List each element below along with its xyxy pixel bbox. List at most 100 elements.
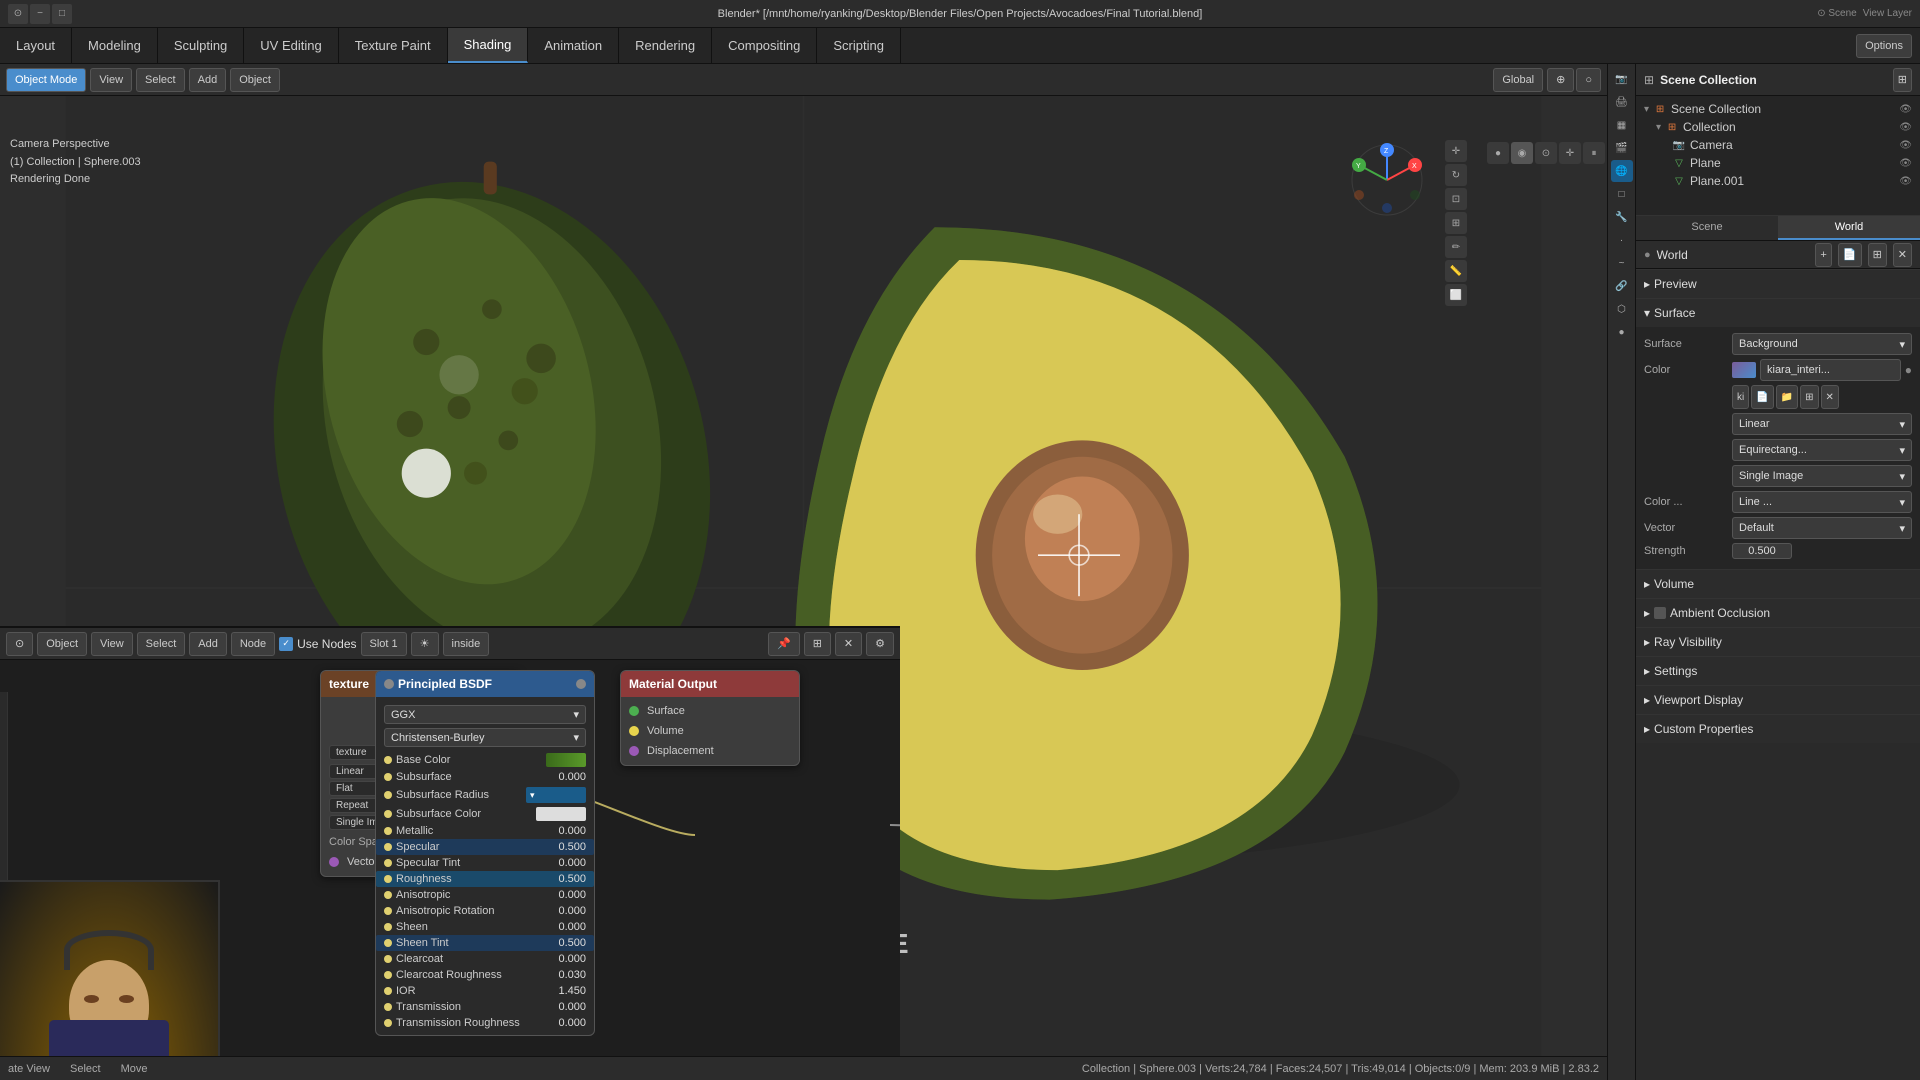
scene-tab[interactable]: Scene [1636,216,1778,240]
tab-modeling[interactable]: Modeling [72,28,158,63]
node-pin[interactable]: 📌 [768,632,800,656]
roughness-socket[interactable] [384,875,392,883]
linear-dropdown[interactable]: Linear ▾ [1732,413,1912,435]
trans-rough-socket[interactable] [384,1019,392,1027]
subsurface-color-swatch[interactable] [536,807,586,821]
object-mode-dropdown[interactable]: Object Mode [6,68,86,92]
surface-header[interactable]: ▾ Surface [1636,299,1920,327]
displacement-socket-in[interactable] [629,746,639,756]
ray-vis-header[interactable]: ▸ Ray Visibility [1636,628,1920,656]
equirect-dropdown[interactable]: Equirectang... ▾ [1732,439,1912,461]
nav-gizmo[interactable]: Z X Y [1347,140,1427,223]
subsurface-radius-bar[interactable]: ▾ [526,787,586,803]
object-menu[interactable]: Object [230,68,280,92]
node-close[interactable]: ✕ [835,632,862,656]
bsdf-socket-in[interactable] [384,679,394,689]
cam-eye-icon[interactable]: 👁 [1899,140,1912,151]
viewport-pause[interactable]: ⏸ [1583,142,1605,164]
metallic-socket[interactable] [384,827,392,835]
view-menu[interactable]: View [90,68,132,92]
tab-rendering[interactable]: Rendering [619,28,712,63]
modifier-icon[interactable]: 🔧 [1611,206,1633,228]
node-add-menu[interactable]: Add [189,632,227,656]
physics-icon[interactable]: ~ [1611,252,1633,274]
base-color-swatch[interactable] [546,753,586,767]
measure-tool[interactable]: 📏 [1445,260,1467,282]
clearcoat-socket[interactable] [384,955,392,963]
maximize-btn[interactable]: □ [52,4,72,24]
preview-header[interactable]: ▸ Preview [1636,270,1920,298]
snap-icon[interactable]: ⊕ [1547,68,1574,92]
tab-animation[interactable]: Animation [528,28,619,63]
subsurface-method-dropdown[interactable]: Christensen-Burley ▾ [384,728,586,747]
color-value-field[interactable]: kiara_interi... [1760,359,1901,381]
world-copy-btn[interactable]: ⊞ [1868,243,1887,267]
select-menu[interactable]: Select [136,68,185,92]
node-settings[interactable]: ⚙ [866,632,894,656]
volume-header[interactable]: ▸ Volume [1636,570,1920,598]
distribution-dropdown[interactable]: GGX ▾ [384,705,586,724]
tab-compositing[interactable]: Compositing [712,28,817,63]
sun-icon[interactable]: ☀ [411,632,439,656]
view-layer-icon[interactable]: ▦ [1611,114,1633,136]
object-data2-icon[interactable]: ⬡ [1611,298,1633,320]
add-cube-tool[interactable]: ⬜ [1445,284,1467,306]
output-icon[interactable]: 🖨 [1611,91,1633,113]
use-nodes-checkbox[interactable]: ✓ [279,637,293,651]
viewport-bg[interactable]: Camera Perspective (1) Collection | Sphe… [0,96,1607,1080]
subsurface-color-socket[interactable] [384,810,392,818]
transform-tool[interactable]: ⊞ [1445,212,1467,234]
color-swatch[interactable] [1732,362,1756,378]
node-select-menu[interactable]: Select [137,632,186,656]
viewport-shading-rendered[interactable]: ◉ [1511,142,1533,164]
plane001-item[interactable]: ▽ Plane.001 👁 [1640,172,1916,190]
node-copy[interactable]: ⊞ [804,632,831,656]
scale-tool[interactable]: ⊡ [1445,188,1467,210]
camera-item[interactable]: 📷 Camera 👁 [1640,136,1916,154]
minimize-btn[interactable]: − [30,4,50,24]
ki-icon-3[interactable]: 📁 [1776,385,1798,409]
ki-icon-4[interactable]: ⊞ [1800,385,1818,409]
sheen-socket[interactable] [384,923,392,931]
ki-icon-5[interactable]: ✕ [1821,385,1839,409]
strength-field[interactable]: 0.500 [1732,543,1792,559]
base-color-socket[interactable] [384,756,392,764]
ior-socket[interactable] [384,987,392,995]
annotate-tool[interactable]: ✏ [1445,236,1467,258]
material-icon[interactable]: ● [1611,321,1633,343]
add-menu[interactable]: Add [189,68,227,92]
anisotropic-socket[interactable] [384,891,392,899]
render-icon[interactable]: 📷 [1611,68,1633,90]
transmission-socket[interactable] [384,1003,392,1011]
bsdf-socket-out[interactable] [576,679,586,689]
viewport-overlays[interactable]: ⊙ [1535,142,1557,164]
plane-eye-icon[interactable]: 👁 [1899,158,1912,169]
sheen-tint-socket[interactable] [384,939,392,947]
world-icon[interactable]: 🌐 [1611,160,1633,182]
options-btn[interactable]: Options [1856,34,1912,58]
surface-socket-in[interactable] [629,706,639,716]
ao-checkbox[interactable] [1654,607,1666,619]
rotate-tool[interactable]: ↻ [1445,164,1467,186]
scene-eye-icon[interactable]: 👁 [1899,104,1912,115]
node-editor-mode-icon[interactable]: ⊙ [6,632,33,656]
node-object-label[interactable]: Object [37,632,87,656]
specular-tint-socket[interactable] [384,859,392,867]
subsurface-socket[interactable] [384,773,392,781]
specular-socket[interactable] [384,843,392,851]
viewport-gizmos[interactable]: ✛ [1559,142,1581,164]
viewport-display-header[interactable]: ▸ Viewport Display [1636,686,1920,714]
world-browse-btn[interactable]: 📄 [1838,243,1862,267]
aniso-rot-socket[interactable] [384,907,392,915]
color-line-dropdown[interactable]: Line ... ▾ [1732,491,1912,513]
world-new-btn[interactable]: + [1815,243,1831,267]
clearcoat-rough-socket[interactable] [384,971,392,979]
ki-icon-2[interactable]: 📄 [1751,385,1773,409]
coll-eye-icon[interactable]: 👁 [1899,122,1912,133]
tab-scripting[interactable]: Scripting [817,28,901,63]
scene-collection-item[interactable]: ▾ ⊞ Scene Collection 👁 [1640,100,1916,118]
volume-socket-in[interactable] [629,726,639,736]
ao-header[interactable]: ▸ Ambient Occlusion [1636,599,1920,627]
viewport-shading-solid[interactable]: ● [1487,142,1509,164]
object-data-icon[interactable]: □ [1611,183,1633,205]
